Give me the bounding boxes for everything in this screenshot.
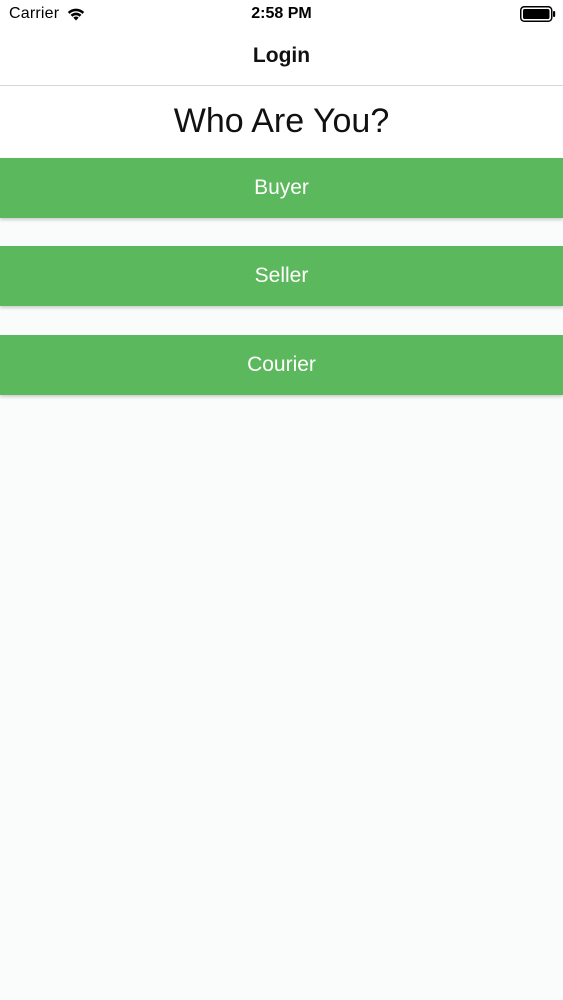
nav-title: Login: [252, 44, 311, 67]
courier-button-label: Courier: [247, 353, 316, 376]
buyer-button-label: Buyer: [254, 176, 309, 199]
battery-full-icon: [520, 6, 556, 22]
heading-area: Who Are You?: [0, 86, 563, 157]
courier-button[interactable]: Courier: [0, 335, 563, 395]
page-heading: Who Are You?: [173, 102, 390, 140]
status-time: 2:58 PM: [251, 5, 312, 22]
navigation-bar: Login: [0, 28, 563, 86]
seller-button-label: Seller: [254, 264, 309, 287]
seller-button[interactable]: Seller: [0, 246, 563, 306]
login-screen: Carrier 2:58 PM Login Who Are You? Buyer: [0, 0, 563, 1000]
buyer-button[interactable]: Buyer: [0, 158, 563, 218]
header-area: Carrier 2:58 PM Login Who Are You?: [0, 0, 563, 157]
status-bar: Carrier 2:58 PM: [0, 0, 563, 28]
